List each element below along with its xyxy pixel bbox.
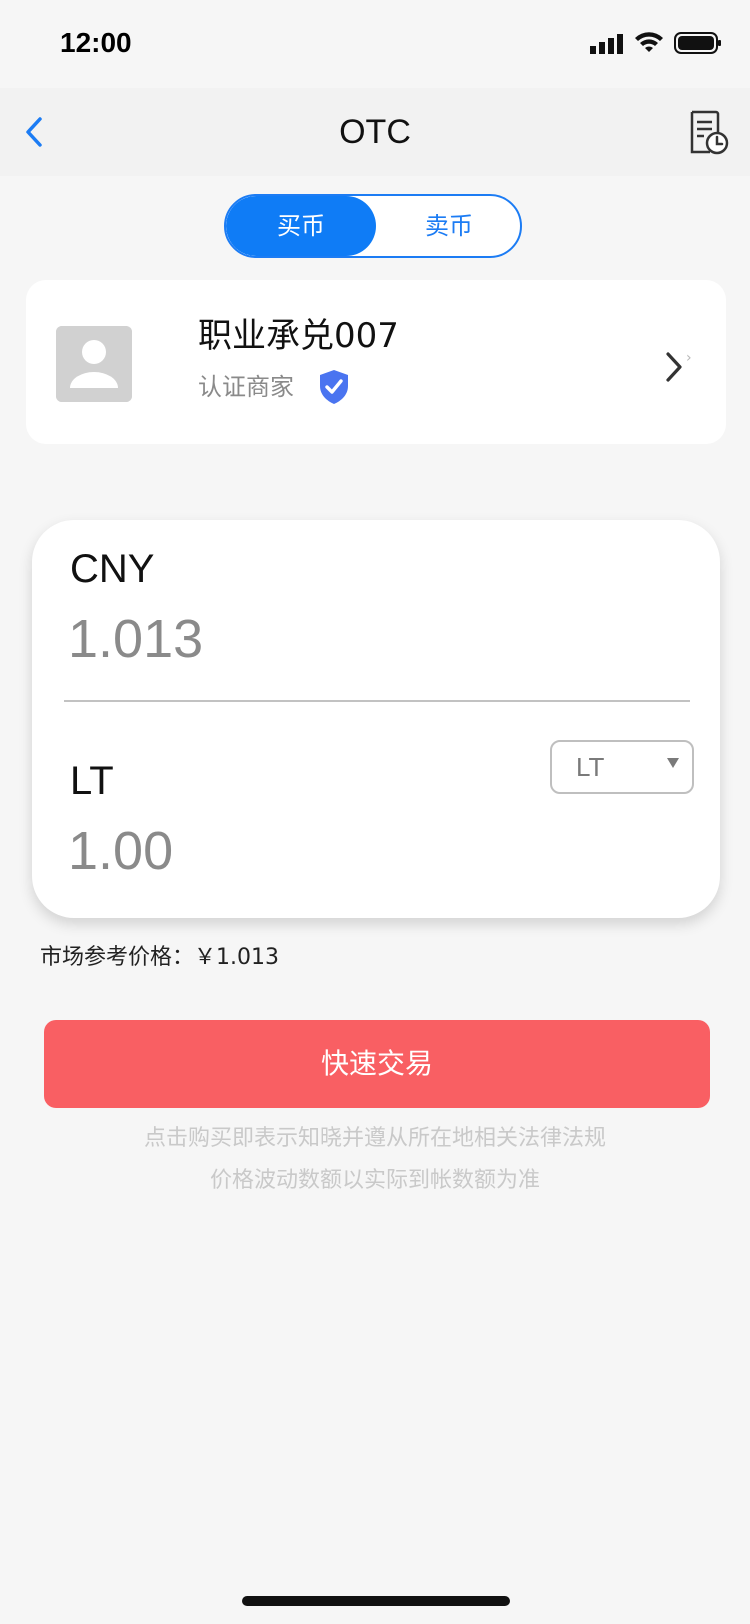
home-indicator <box>242 1596 510 1606</box>
status-time: 12:00 <box>60 27 132 58</box>
amount-notice: 价格波动数额以实际到帐数额为准 <box>209 1168 540 1193</box>
small-chevron-icon: › <box>686 350 692 366</box>
coin-select-value: LT <box>576 752 605 782</box>
market-reference-price: 市场参考价格：￥1.013 <box>40 944 279 972</box>
merchant-card[interactable]: 职业承兑007 认证商家 › <box>26 280 726 444</box>
user-avatar-icon <box>56 326 132 402</box>
merchant-verified-label: 认证商家 <box>198 373 294 401</box>
coin-label: LT <box>70 759 114 803</box>
quick-trade-button[interactable]: 快速交易 <box>44 1020 710 1108</box>
cellular-signal-icon <box>590 34 623 54</box>
market-price-label: 市场参考价格： <box>40 945 195 970</box>
battery-icon <box>674 32 721 54</box>
quote-card: CNY 1.013 LT 1.00 LT <box>32 520 720 918</box>
fiat-currency-label: CNY <box>70 547 155 591</box>
order-history-icon <box>690 110 729 155</box>
tab-buy[interactable]: 买币 <box>226 196 376 256</box>
coin-select[interactable]: LT <box>550 740 694 794</box>
market-price-value: ￥1.013 <box>194 945 279 970</box>
verified-shield-icon <box>318 368 350 406</box>
wifi-icon <box>635 32 663 52</box>
fiat-amount-input[interactable]: 1.013 <box>68 608 203 670</box>
divider <box>64 700 690 702</box>
merchant-name: 职业承兑007 <box>198 316 399 356</box>
tab-sell[interactable]: 卖币 <box>376 196 520 256</box>
navigation-bar: OTC <box>0 88 750 176</box>
coin-amount-input[interactable]: 1.00 <box>68 820 173 882</box>
status-icons <box>590 30 722 56</box>
page-title: OTC <box>339 113 411 151</box>
order-history-button[interactable] <box>684 110 730 156</box>
caret-down-icon <box>667 758 679 768</box>
buy-sell-segment: 买币 卖币 <box>224 194 522 258</box>
legal-notice: 点击购买即表示知晓并遵从所在地相关法律法规 <box>143 1126 606 1151</box>
chevron-right-icon <box>662 350 686 384</box>
